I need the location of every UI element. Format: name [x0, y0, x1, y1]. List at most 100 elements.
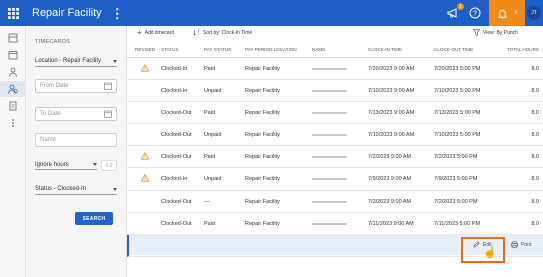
- hours-filter-select[interactable]: Ignore hours: [35, 162, 97, 170]
- table-row[interactable]: Clocked-Out Paid Repair Facility 7/11/2023 …: [127, 212, 543, 235]
- cell-total-hours: 8.0: [531, 88, 539, 95]
- printer-icon: [511, 241, 518, 248]
- status-value: Status - Clocked-In: [35, 186, 87, 192]
- print-button[interactable]: Print: [511, 241, 531, 248]
- sort-label: Sort by: Clock-In Time: [203, 29, 253, 36]
- name-field[interactable]: Name: [35, 133, 117, 147]
- col-revised[interactable]: REVISED: [135, 47, 155, 52]
- table-row[interactable]: Clocked-Out — Repair Facility 7/2/2023 9:00…: [127, 190, 543, 213]
- redacted-name: [312, 134, 347, 137]
- cell-clock-in: 7/10/2023 9:00 AM: [368, 132, 415, 139]
- add-timecard-button[interactable]: + Add timecard: [137, 29, 174, 37]
- table-row[interactable]: Clocked-Out Unpaid Repair Facility 7/10/202…: [127, 124, 543, 147]
- sort-button[interactable]: Sort by: Clock-In Time: [193, 29, 252, 36]
- calendar-icon[interactable]: [104, 82, 112, 90]
- cell-clock-out: 7/10/2023 5:00 PM: [434, 88, 481, 95]
- cell-total-hours: 8.0: [531, 132, 539, 139]
- cell-location: Repair Facility: [245, 88, 280, 95]
- table-row[interactable]: Clocked-In Unpaid Repair Facility 7/9/2023 …: [127, 168, 543, 191]
- redacted-name: [312, 200, 347, 203]
- hours-filter-value: Ignore hours: [35, 161, 69, 168]
- print-label: Print: [521, 241, 532, 248]
- cell-location: Repair Facility: [245, 176, 280, 183]
- cell-clock-out: 7/11/2023 5:00 PM: [434, 220, 481, 227]
- col-location[interactable]: PAY PERIOD LOCATION: [245, 47, 297, 52]
- location-select[interactable]: Location - Repair Facility: [35, 57, 117, 67]
- cell-clock-in: 7/2/2023 9:00 AM: [368, 198, 412, 205]
- hours-value-input[interactable]: 0.0: [101, 160, 117, 171]
- cell-location: Repair Facility: [245, 198, 280, 205]
- cell-clock-out: 7/9/2023 5:00 PM: [434, 176, 478, 183]
- cell-clock-in: 7/13/2023 9:00 AM: [368, 110, 415, 117]
- nav-timecards-icon[interactable]: [0, 81, 26, 97]
- col-status[interactable]: STATUS: [161, 47, 178, 52]
- cell-total-hours: 8.0: [531, 154, 539, 161]
- redacted-name: [312, 112, 347, 115]
- col-total-hours[interactable]: TOTAL HOURS: [507, 47, 539, 52]
- cell-total-hours: 8.0: [531, 66, 539, 72]
- kebab-menu-icon[interactable]: ⋮: [111, 7, 124, 20]
- cell-total-hours: 8.0: [531, 198, 539, 205]
- cell-status: Clocked-Out: [161, 154, 192, 161]
- cell-pay-status: Unpaid: [204, 132, 222, 139]
- cell-status: Clocked-In: [161, 176, 188, 183]
- warning-triangle-icon: [141, 64, 149, 72]
- from-date-field[interactable]: From Date: [35, 79, 117, 93]
- alerts-button[interactable]: 9: [489, 0, 525, 26]
- cell-status: Clocked-In: [161, 66, 188, 72]
- chevron-down-icon: [113, 59, 117, 63]
- cell-clock-in: 7/9/2023 9:00 AM: [368, 176, 412, 183]
- panel-title: TIMECARDS: [35, 39, 71, 45]
- megaphone-icon[interactable]: 1: [445, 3, 464, 21]
- apps-grid-icon[interactable]: [0, 0, 26, 26]
- table-body: Clocked-In Paid Repair Facility 7/20/2023 9…: [127, 58, 543, 257]
- table-toolbar: + Add timecard Sort by: Clock-In Time Vi…: [127, 26, 543, 38]
- view-label: View: By Punch: [483, 29, 518, 36]
- table-row[interactable]: Clocked-In Unpaid Repair Facility 7/10/2023…: [127, 80, 543, 103]
- cell-total-hours: 8.0: [531, 176, 539, 183]
- top-app-bar: Repair Facility ⋮ 1 ? 9 JT: [0, 0, 543, 26]
- view-toggle-button[interactable]: View: By Punch: [473, 29, 518, 36]
- timecards-main: + Add timecard Sort by: Clock-In Time Vi…: [127, 26, 543, 277]
- cell-clock-out: 7/10/2023 5:00 PM: [434, 132, 481, 139]
- nav-more-icon[interactable]: [0, 115, 26, 131]
- help-icon[interactable]: ?: [467, 5, 483, 21]
- col-clock-in[interactable]: CLOCK-IN TIME: [368, 47, 402, 52]
- table-row[interactable]: Clocked-In Paid Repair Facility 7/20/2023 9…: [127, 58, 543, 81]
- cell-clock-in: 7/11/2023 9:00 AM: [368, 220, 414, 227]
- cell-clock-in: 7/20/2023 9:00 AM: [368, 66, 415, 72]
- calendar-icon[interactable]: [104, 110, 112, 118]
- notification-badge: 1: [457, 3, 464, 10]
- table-row[interactable]: Clocked-Out Paid Repair Facility 7/2/2023 9…: [127, 146, 543, 169]
- table-header: REVISED STATUS PAY STATUS PAY PERIOD LOC…: [127, 44, 543, 58]
- col-pay-status[interactable]: PAY STATUS: [204, 47, 231, 52]
- cell-total-hours: 8.0: [531, 220, 539, 227]
- redacted-name: [312, 178, 347, 181]
- table-row[interactable]: Clocked-Out Paid Repair Facility 7/13/2023 …: [127, 102, 543, 125]
- to-date-field[interactable]: To Date: [35, 107, 117, 121]
- cell-pay-status: Paid: [204, 110, 216, 117]
- col-name[interactable]: NAME: [312, 47, 325, 52]
- user-avatar[interactable]: JT: [525, 0, 543, 26]
- cell-location: Repair Facility: [245, 66, 280, 72]
- cell-clock-out: 7/13/2023 5:00 PM: [434, 110, 481, 117]
- alert-count: 9: [514, 10, 518, 16]
- app-title: Repair Facility: [32, 7, 102, 19]
- nav-people-icon[interactable]: [0, 64, 26, 80]
- search-button[interactable]: SEARCH: [75, 212, 113, 225]
- chevron-down-icon: [93, 163, 97, 166]
- cell-pay-status: Paid: [204, 66, 216, 72]
- warning-triangle-icon: [141, 174, 149, 183]
- nav-schedule-icon[interactable]: [0, 47, 26, 63]
- hours-filter-row: Ignore hours 0.0: [35, 160, 117, 171]
- nav-reports-icon[interactable]: [0, 98, 26, 114]
- status-select[interactable]: Status - Clocked-In: [35, 185, 117, 195]
- cell-pay-status: Paid: [204, 220, 216, 227]
- nav-dashboard-icon[interactable]: [0, 30, 26, 46]
- col-clock-out[interactable]: CLOCK-OUT TIME: [434, 47, 473, 52]
- location-value: Location - Repair Facility: [35, 58, 102, 64]
- cell-location: Repair Facility: [245, 110, 280, 117]
- to-date-placeholder: To Date: [40, 111, 61, 117]
- filter-icon: [473, 29, 480, 36]
- cell-status: Clocked-Out: [161, 198, 192, 205]
